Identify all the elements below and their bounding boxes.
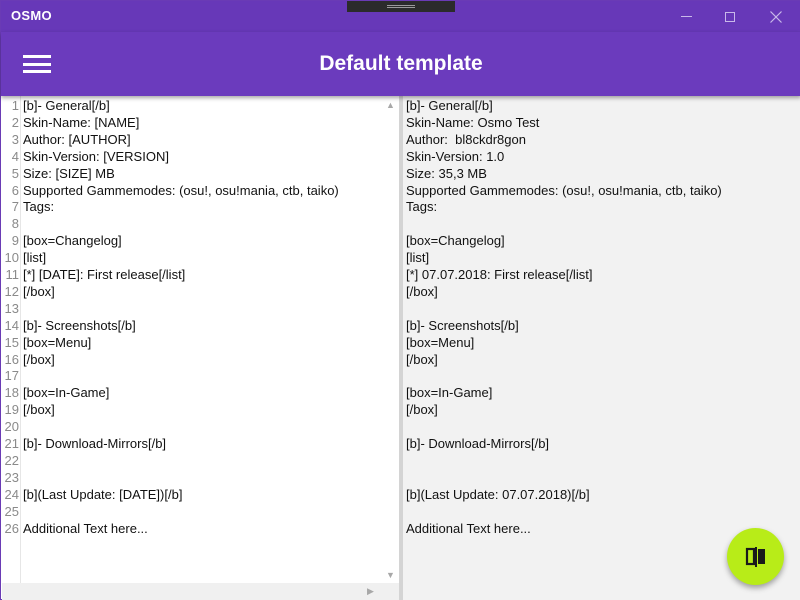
preview-line: [box=Menu] [406,334,475,350]
line-number: 4 [11,148,19,164]
horizontal-scrollbar[interactable]: ▶ [2,583,399,600]
template-line[interactable]: [box=Changelog] [23,232,122,249]
preview-line: Supported Gammemodes: (osu!, osu!mania, … [406,182,722,198]
line-number: 9 [11,233,19,249]
template-line[interactable]: [box=Menu] [23,334,91,351]
template-line[interactable]: Skin-Name: [NAME] [23,114,139,131]
template-line[interactable]: [/box] [23,351,55,368]
line-number: 5 [11,165,19,181]
preview-pane: [b]- General[/b] Skin-Name: Osmo Test Auth… [403,96,800,600]
template-line[interactable]: Skin-Version: [VERSION] [23,148,169,165]
template-line[interactable]: Tags: [23,198,54,215]
line-number: 14 [4,317,19,333]
preview-line: Skin-Version: 1.0 [406,148,505,164]
line-number: 17 [4,368,19,384]
title-bar: OSMO [1,1,800,32]
window-drag-handle[interactable] [347,1,455,12]
preview-line: Size: 35,3 MB [406,165,487,181]
line-number: 26 [4,520,19,536]
maximize-icon [725,11,735,22]
line-number: 11 [5,267,20,282]
preview-line: [b]- Screenshots[/b] [406,317,519,333]
preview-line: Tags: [406,199,438,215]
preview-line: Author: bl8ckdr8gon [406,131,526,147]
preview-line: Additional Text here... [406,520,531,536]
preview-text: [b]- General[/b] Skin-Name: Osmo Test Auth… [406,96,796,600]
template-line[interactable]: [b]- General[/b] [23,97,110,114]
line-number: 12 [4,283,19,299]
minimize-button[interactable] [663,1,709,32]
minimize-icon [680,16,692,17]
template-line[interactable]: [/box] [23,283,55,300]
preview-line: [box=Changelog] [406,233,505,249]
template-line[interactable]: [b]- Download-Mirrors[/b] [23,435,166,452]
line-number: 6 [11,182,19,198]
preview-line: [/box] [406,402,438,418]
close-icon [770,10,782,23]
app-header: Default template [1,32,800,96]
line-number: 21 [4,436,19,451]
template-line[interactable]: [box=In-Game] [23,384,109,401]
template-line[interactable]: [*] [DATE]: First release[/list] [23,266,185,283]
template-editor[interactable]: 1 2 3 4 5 6 7 8 9 10 11 12 13 14 15 16 17 18 19 20 21 22 23 24 2… [2,96,399,600]
preview-line: [b](Last Update: 07.07.2018)[/b] [406,486,590,502]
close-button[interactable] [753,1,799,32]
line-number: 24 [4,486,19,502]
template-line[interactable]: Size: [SIZE] MB [23,165,115,182]
line-number: 1 [11,98,19,113]
line-number-gutter: 1 2 3 4 5 6 7 8 9 10 11 12 13 14 15 16 17 18 19 20 21 22 23 24 2… [2,96,21,600]
line-number: 25 [4,503,19,519]
template-line[interactable]: Author: [AUTHOR] [23,131,131,148]
line-number: 19 [4,402,19,418]
preview-line: Skin-Name: Osmo Test [406,114,540,130]
line-number: 2 [11,114,19,130]
line-number: 7 [11,199,19,215]
app-window: OSMO Default template 1 2 3 4 5 6 7 8 9 10 11 12 13 1… [0,0,800,600]
swap-compare-icon [745,546,765,567]
line-number: 15 [4,334,19,350]
template-line[interactable]: [list] [23,249,46,266]
line-number: 10 [4,250,19,266]
line-number: 20 [4,419,19,435]
preview-line: [b]- General[/b] [406,98,493,113]
template-line[interactable]: [b](Last Update: [DATE])[/b] [23,486,182,503]
scroll-up-icon[interactable]: ▲ [382,96,399,113]
line-number: 22 [4,452,19,468]
preview-line: [box=In-Game] [406,385,493,401]
scroll-down-icon[interactable]: ▼ [382,566,399,583]
vertical-scrollbar[interactable]: ▲ ▼ [382,96,399,583]
app-title: OSMO [11,8,52,23]
line-number: 23 [4,469,19,485]
preview-line: [list] [406,250,430,266]
preview-line: [/box] [406,283,438,299]
swap-button[interactable] [727,528,784,585]
line-number: 3 [11,131,19,147]
template-text[interactable]: [b]- General[/b] Skin-Name: [NAME] Author:… [23,96,383,600]
template-line[interactable]: [/box] [23,401,55,418]
preview-line: [*] 07.07.2018: First release[/list] [406,267,593,282]
page-title: Default template [319,52,483,75]
maximize-button[interactable] [707,1,753,32]
template-line[interactable]: Supported Gammemodes: (osu!, osu!mania, … [23,182,339,199]
line-number: 18 [4,385,19,401]
line-number: 16 [4,351,19,367]
line-number: 13 [4,300,19,316]
preview-line: [b]- Download-Mirrors[/b] [406,436,550,451]
scroll-right-icon[interactable]: ▶ [362,583,379,600]
line-number: 8 [11,216,19,232]
preview-line: [/box] [406,351,438,367]
template-line[interactable]: [b]- Screenshots[/b] [23,317,136,334]
template-line[interactable]: Additional Text here... [23,520,148,537]
